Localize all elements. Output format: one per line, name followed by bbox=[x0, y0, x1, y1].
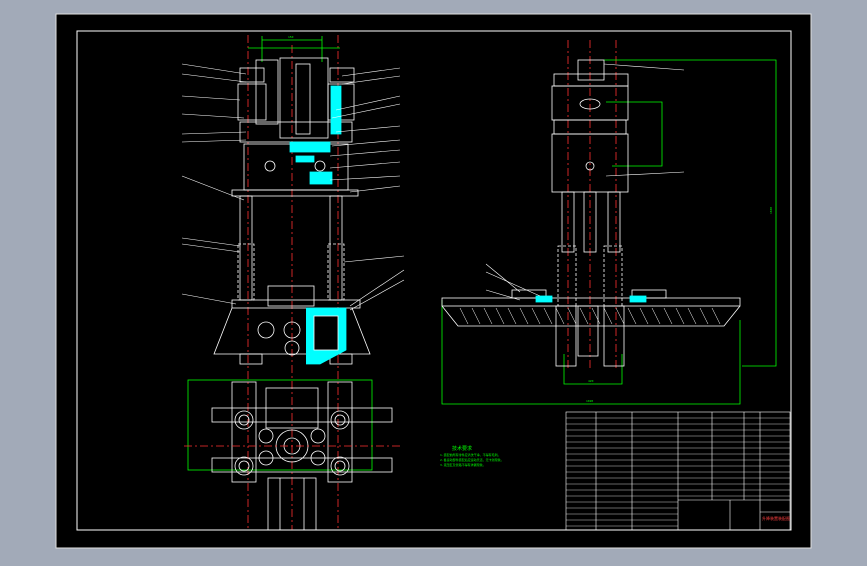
drawing-name: 升降装置装配图 bbox=[762, 515, 790, 521]
tech-note-line-2: 2.各运动部件装配后应运动灵活，无卡滞现象。 bbox=[440, 457, 504, 462]
dim-overall-height: 1600 bbox=[769, 207, 773, 214]
drawing-sheet bbox=[55, 13, 812, 549]
tech-note-line-1: 1.装配前所有零件应清洗干净，不得有毛刺。 bbox=[440, 452, 501, 457]
assembly-drawing: 技术要求 1.装配前所有零件应清洗干净，不得有毛刺。 2.各运动部件装配后应运动… bbox=[55, 13, 812, 549]
cad-viewer: 技术要求 1.装配前所有零件应清洗干净，不得有毛刺。 2.各运动部件装配后应运动… bbox=[0, 0, 867, 562]
dim-top-width: 150 bbox=[288, 35, 294, 39]
dim-overall-width: 1020 bbox=[586, 399, 593, 403]
tech-note-line-3: 3.液压缸及管路不得有渗漏现象。 bbox=[440, 462, 486, 467]
dim-lower-width: 420 bbox=[588, 379, 594, 383]
tech-notes-title: 技术要求 bbox=[452, 445, 472, 452]
